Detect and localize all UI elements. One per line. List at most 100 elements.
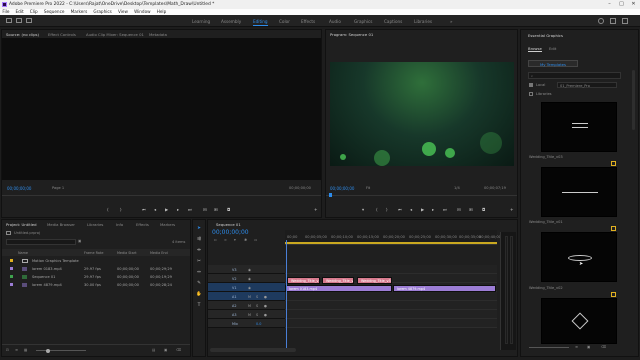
tab-sequence[interactable]: Sequence 01 [216,222,241,227]
search-icon[interactable] [598,18,604,24]
menu-file[interactable]: File [2,9,9,14]
my-templates-button[interactable]: My Templates [528,60,578,67]
menu-clip[interactable]: Clip [30,9,38,14]
ripple-edit-tool-icon[interactable]: ⇹ [196,248,202,254]
list-item[interactable]: lorem 0183.mp4 29.97 fps 00;00;00;00 00;… [2,265,190,273]
template-thumbnail[interactable] [541,102,617,152]
tab-markers[interactable]: Markers [160,222,175,227]
home-icon[interactable] [6,18,12,23]
source-scrub-bar[interactable] [2,195,321,196]
track-lane-a2[interactable] [285,301,497,310]
track-label[interactable]: A1 [232,295,236,299]
linked-selection-icon[interactable]: ∞ [224,238,227,242]
workspace-graphics[interactable]: Graphics [354,19,373,24]
voiceover-mic-icon[interactable]: ● [264,304,267,308]
delete-icon[interactable]: ⌫ [176,348,181,352]
program-timecode[interactable]: 00;00;00;00 [330,186,354,191]
project-search-input[interactable] [6,239,76,245]
workspace-captions[interactable]: Captions [384,19,402,24]
template-thumbnail[interactable] [541,298,617,344]
minimize-button[interactable]: – [604,0,615,9]
mark-in-icon[interactable]: ⟨ [107,207,109,212]
voiceover-mic-icon[interactable]: ● [264,295,267,299]
new-folder-icon[interactable]: ▣ [587,345,590,349]
maximize-button[interactable]: □ [616,0,627,9]
tab-effects[interactable]: Effects [136,222,149,227]
track-label[interactable]: V1 [232,286,236,290]
track-label[interactable]: A3 [232,313,236,317]
mix-volume-value[interactable]: 0.0 [256,322,261,326]
step-back-icon[interactable]: ⏮ [142,207,146,212]
templates-search-input[interactable]: ⌕ [528,72,621,79]
thumbnail-zoom-slider[interactable] [529,347,569,348]
program-add-button-icon[interactable]: + [510,207,514,212]
program-scrub-bar[interactable] [326,195,517,196]
prog-export-frame-icon[interactable]: ◘ [482,207,485,212]
tab-effect-controls[interactable]: Effect Controls [48,32,76,37]
add-marker-icon[interactable]: ▾ [362,207,364,212]
tab-metadata[interactable]: Metadata [149,32,167,37]
add-marker-timeline-icon[interactable]: ▾ [234,238,236,242]
menu-help[interactable]: Help [157,9,167,14]
workspace-audio[interactable]: Audio [329,19,341,24]
list-view-icon[interactable]: ≡ [575,345,578,349]
template-thumbnail[interactable] [541,167,617,217]
templates-scrollbar[interactable] [632,70,635,130]
tab-audio-clip-mixer[interactable]: Audio Clip Mixer: Sequence 01 [86,32,144,37]
track-lane-a1[interactable] [285,292,497,301]
hand-tool-icon[interactable]: ✋ [196,292,202,298]
workspace-learning[interactable]: Learning [192,19,210,24]
tab-media-browser[interactable]: Media Browser [47,222,75,227]
mute-button[interactable]: M [248,313,251,317]
list-item[interactable]: lorem 4879.mp4 30.00 fps 00;00;00;00 00;… [2,281,190,289]
mute-button[interactable]: M [248,295,251,299]
frame-forward-icon[interactable]: ▸ [177,207,179,212]
zoom-fit-select[interactable]: Fit [366,186,370,190]
playhead-marker[interactable] [329,193,332,197]
lift-icon[interactable]: ⊟ [457,207,461,212]
work-area-bar[interactable] [285,242,497,244]
track-select-tool-icon[interactable]: ⇶ [196,237,202,243]
fullscreen-icon[interactable] [622,18,628,24]
solo-button[interactable]: S [256,295,258,299]
delete-icon[interactable]: ⌫ [601,345,606,349]
slider-handle[interactable] [46,348,50,353]
thumbnail-size-slider[interactable] [36,350,86,351]
insert-icon[interactable]: ⊟ [203,207,207,212]
new-bin-icon[interactable]: ▣ [78,239,81,243]
time-ruler[interactable]: 00;00 00;00;05;00 00;00;10;00 00;00;15;0… [285,230,501,245]
timeline-clip-video[interactable]: Wedding_Title_v3 [357,277,392,284]
mark-out-icon[interactable]: ⟩ [120,207,122,212]
quick-export-icon[interactable] [610,18,616,24]
track-label[interactable]: V3 [232,268,236,272]
workspace-effects[interactable]: Effects [301,19,315,24]
step-forward-icon[interactable]: ⏭ [188,207,192,212]
timeline-clip-video[interactable]: Wedding_Title_v2 [322,277,354,284]
timeline-clip-media[interactable]: lorem 0183.mp4 [285,285,392,292]
resolution-select[interactable]: 1/4 [454,186,460,190]
workspace-assembly[interactable]: Assembly [221,19,241,24]
program-play-icon[interactable]: ▶ [421,207,424,212]
icon-view-icon[interactable]: ▦ [24,348,27,352]
workspace-editing[interactable]: Editing [253,19,268,26]
prog-frame-forward-icon[interactable]: ▸ [432,207,434,212]
prog-mark-in-icon[interactable]: ⟨ [376,207,378,212]
column-name[interactable]: Name [18,251,28,255]
column-media-start[interactable]: Media Start [117,251,137,255]
tab-program[interactable]: Program: Sequence 01 [330,32,373,37]
close-window-button[interactable]: ✕ [628,0,639,9]
tab-libraries[interactable]: Libraries [87,222,103,227]
track-label[interactable]: V2 [232,277,236,281]
workspace-color[interactable]: Color [279,19,290,24]
source-timecode[interactable]: 00;00;00;00 [7,186,31,191]
tab-edit[interactable]: Edit [549,46,556,51]
playhead-line[interactable] [286,240,287,348]
solo-button[interactable]: S [256,313,258,317]
local-checkbox[interactable] [529,83,533,87]
workspace-overflow-button[interactable]: » [450,19,453,24]
local-folder-select[interactable]: 01_Premiere_Pro [557,82,617,88]
new-folder-icon[interactable]: ▣ [164,348,167,352]
new-item-icon[interactable]: ▤ [152,348,155,352]
timeline-clip-media[interactable]: lorem 4879.mp4 [393,285,496,292]
workspace-libraries[interactable]: Libraries [414,19,432,24]
